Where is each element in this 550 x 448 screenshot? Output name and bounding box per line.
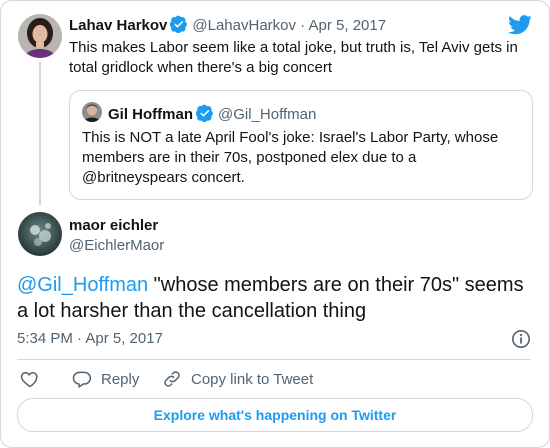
quoted-text-line1: This is NOT a late April Fool's joke: Is… (82, 129, 499, 146)
explore-twitter-button[interactable]: Explore what's happening on Twitter (17, 398, 533, 432)
reply-label: Reply (101, 370, 140, 388)
main-tweet-text-rest: "whose members are on their 70s" seems (148, 274, 524, 296)
copy-link-label: Copy link to Tweet (191, 370, 314, 388)
copy-link-button[interactable]: Copy link to Tweet (162, 369, 313, 389)
heart-icon[interactable] (20, 369, 40, 389)
quoted-author-line: Gil Hoffman @Gil_Hoffman (108, 104, 316, 124)
main-tweet-text-line2: a lot harsher than the cancellation thin… (17, 300, 367, 322)
twitter-bird-icon[interactable] (508, 14, 532, 36)
quoted-text-line2: members are in their 70s, postponed elex… (82, 149, 417, 166)
reply-icon (72, 371, 92, 388)
avatar-maor-eichler[interactable] (18, 212, 62, 256)
actions-divider (17, 359, 531, 360)
quoted-text-line3: @britneyspears concert. (82, 169, 245, 186)
verified-badge-icon (196, 104, 213, 122)
quoted-author-name[interactable]: Gil Hoffman (108, 106, 193, 123)
quoted-handle[interactable]: @Gil_Hoffman (218, 106, 316, 123)
main-tweet-text-line1: @Gil_Hoffman "whose members are on their… (17, 272, 524, 298)
parent-tweet-text-line1: This makes Labor seem like a total joke,… (69, 39, 518, 56)
main-author-name[interactable]: maor eichler (69, 217, 158, 234)
thread-line (39, 62, 41, 205)
main-handle[interactable]: @EichlerMaor (69, 237, 164, 254)
parent-handle-date[interactable]: @LahavHarkov · Apr 5, 2017 (192, 17, 386, 34)
mention-link[interactable]: @Gil_Hoffman (17, 274, 148, 296)
info-icon[interactable] (511, 329, 531, 349)
tweet-timestamp[interactable]: 5:34 PM · Apr 5, 2017 (17, 330, 163, 347)
parent-author-name[interactable]: Lahav Harkov (69, 17, 167, 34)
explore-label: Explore what's happening on Twitter (153, 407, 397, 423)
avatar-gil-hoffman[interactable] (82, 102, 102, 122)
parent-tweet-text-line2: total gridlock when there's a big concer… (69, 59, 333, 76)
verified-badge-icon (170, 15, 188, 33)
avatar-lahav-harkov[interactable] (18, 14, 62, 58)
reply-button[interactable]: Reply (72, 369, 139, 389)
parent-author-line: Lahav Harkov @LahavHarkov · Apr 5, 2017 (69, 15, 386, 35)
link-icon (164, 371, 180, 387)
